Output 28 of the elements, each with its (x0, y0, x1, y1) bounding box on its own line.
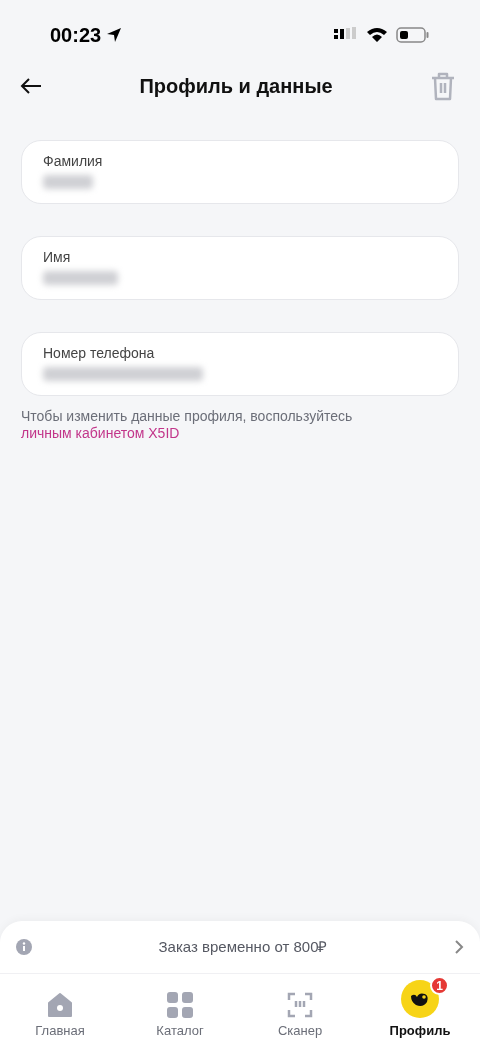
bird-avatar-icon (401, 980, 439, 1018)
trash-icon (430, 71, 456, 101)
status-time: 00:23 (50, 23, 102, 48)
page-title: Профиль и данные (139, 74, 333, 99)
wifi-icon (366, 27, 388, 43)
tab-bar-item[interactable]: Каталог (120, 980, 240, 1043)
tab-bar-item[interactable]: Главная (0, 980, 120, 1043)
chevron-right-icon (454, 939, 464, 955)
hint-text: Чтобы изменить данные профиля, воспользуйтесь личным кабинетом X5ID (20, 408, 354, 442)
notification-badge: 1 (430, 976, 449, 995)
field-label: Имя (43, 249, 72, 265)
back-button[interactable] (20, 77, 42, 95)
grid-icon (167, 992, 193, 1018)
field-label: Номер телефона (43, 345, 156, 361)
field-label: Фамилия (43, 153, 104, 169)
scanner-icon (287, 992, 313, 1018)
battery-icon (396, 27, 430, 43)
text-field[interactable]: Фамилия (21, 140, 459, 204)
info-banner[interactable]: Заказ временно от 800₽ (0, 921, 480, 973)
house-icon (47, 992, 73, 1018)
back-arrow-icon (20, 77, 42, 95)
info-icon (16, 939, 32, 955)
x5id-link[interactable]: личным кабинетом X5ID (21, 425, 180, 441)
location-arrow-icon (105, 26, 124, 44)
tab-bar-item[interactable]: Сканер (240, 980, 360, 1043)
text-field[interactable]: Имя (21, 236, 459, 300)
banner-text: Заказ временно от 800₽ (157, 936, 329, 957)
text-field[interactable]: Номер телефона (21, 332, 459, 396)
